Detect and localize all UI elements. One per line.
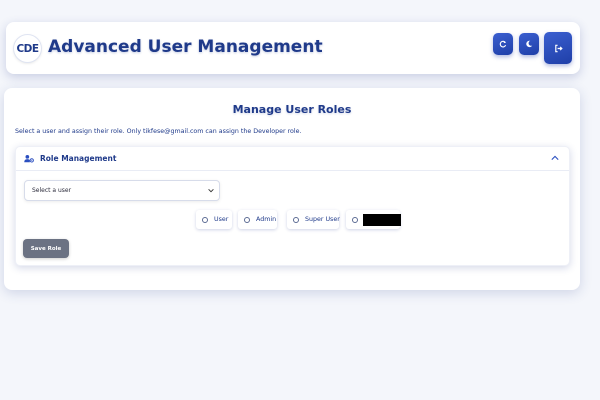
instruction-text: Select a user and assign their role. Onl… <box>15 128 302 135</box>
role-label-super-user: Super User <box>305 216 340 223</box>
chevron-down-icon <box>208 188 214 193</box>
radio-redacted[interactable] <box>352 216 358 223</box>
role-management-header[interactable]: Role Management <box>16 147 569 171</box>
app-title: Advanced User Management <box>48 37 323 57</box>
chevron-up-icon[interactable] <box>551 155 559 161</box>
app-header: CDE Advanced User Management <box>6 22 580 74</box>
panel-title: Manage User Roles <box>232 103 352 116</box>
refresh-button[interactable] <box>493 33 513 55</box>
save-role-button[interactable]: Save Role <box>23 239 69 258</box>
user-select[interactable]: Select a user <box>24 180 220 201</box>
role-option-user[interactable]: User <box>196 210 232 229</box>
role-management-card: Role Management Select a user <box>15 146 570 266</box>
manage-roles-panel: Manage User Roles Select a user and assi… <box>4 88 580 290</box>
role-option-redacted[interactable] <box>346 210 401 229</box>
radio-user[interactable] <box>202 216 208 223</box>
radio-super-user[interactable] <box>293 216 299 223</box>
role-label-user: User <box>214 216 229 223</box>
logout-button[interactable] <box>544 32 572 64</box>
role-option-admin[interactable]: Admin <box>238 210 277 229</box>
moon-icon <box>526 40 533 48</box>
radio-admin[interactable] <box>244 216 250 223</box>
app-logo: CDE <box>14 35 41 62</box>
card-title: Role Management <box>40 154 117 163</box>
redacted-label <box>363 213 401 226</box>
user-select-value: Select a user <box>32 187 72 194</box>
logout-icon <box>554 44 563 52</box>
role-label-admin: Admin <box>256 216 277 223</box>
role-option-super-user[interactable]: Super User <box>287 210 340 229</box>
theme-toggle-button[interactable] <box>519 33 539 55</box>
user-gear-icon <box>24 155 34 163</box>
refresh-icon <box>499 40 507 48</box>
